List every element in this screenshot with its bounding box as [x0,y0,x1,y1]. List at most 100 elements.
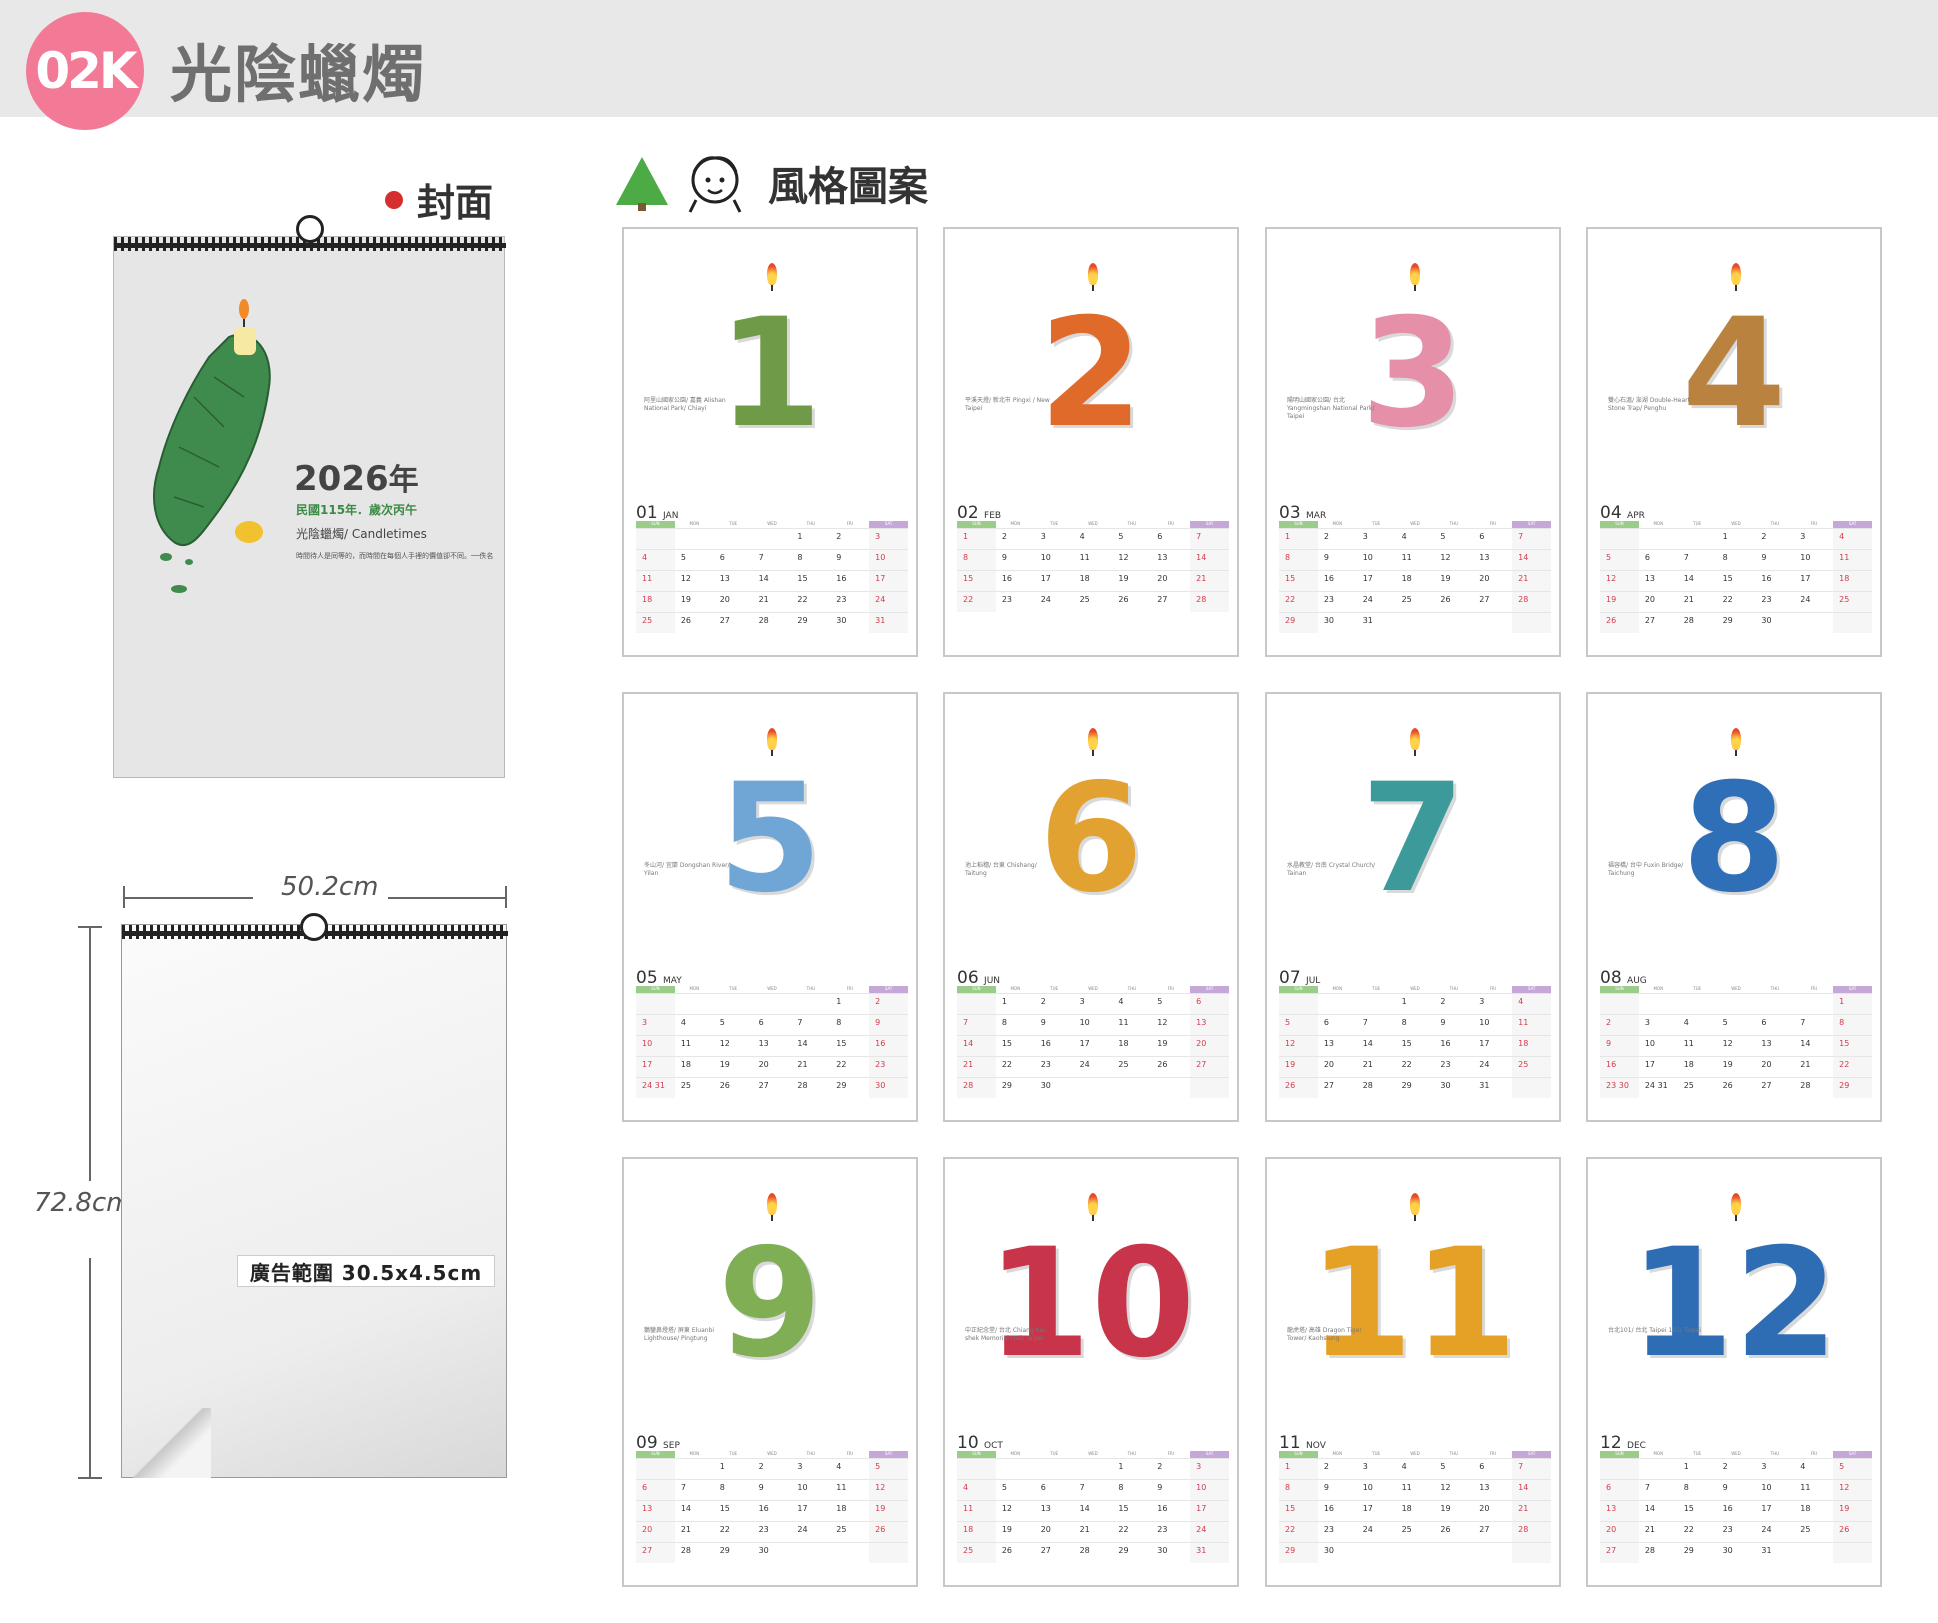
month-candle-number: 11 [1308,1217,1518,1391]
calendar-table: SUN MON TUE WED THU FRI SAT 1 2 3 4 5 6 7 8 9 10 11 12 13 14… [1279,986,1551,1098]
calendar-table: SUN MON TUE WED THU FRI SAT 1 2 3 4 5 6 7 8 9 10 11 12 13 14… [957,986,1229,1098]
week-row: 11 12 13 14 15 16 17 [636,570,908,591]
weekday-header-row: SUN MON TUE WED THU FRI SAT [1279,1451,1551,1458]
day-cell: 2 [836,532,842,541]
day-cell: 30 [1323,1546,1335,1555]
week-row: 7 8 9 10 11 12 13 [957,1014,1229,1035]
month-abbr: APR [1627,511,1645,521]
candle-wick [771,285,773,291]
day-cell: 23 30 [1600,1078,1639,1098]
day-cell: 4 [1401,1462,1407,1471]
width-dimension: 50.2cm [281,872,379,902]
day-cell [714,529,753,549]
month-card: 11 龍虎塔/ 高雄 Dragon Tiger Tower/ Kaohsiung 1… [1265,1157,1561,1587]
weekday-header: FRI [1489,1451,1496,1456]
day-cell: 30 [869,1078,908,1098]
month-card: 12 台北101/ 台北 Taipei 101/ Taipei 12 DEC SUN M… [1586,1157,1882,1587]
week-row: 27 28 29 30 [636,1542,908,1563]
day-cell: 28 [957,1078,996,1098]
weekday-header: THU [1770,1451,1780,1456]
month-card: 1 阿里山國家公園/ 嘉義 Alishan National Park/ Chia… [622,227,918,657]
day-cell [636,529,675,549]
day-cell: 1 [1683,1462,1689,1471]
day-cell: 15 [797,574,808,583]
weekday-header: FRI [846,986,853,991]
day-cell: 14 [1512,1480,1551,1500]
day-cell: 7 [1644,1483,1650,1492]
week-row: 1 2 3 4 5 [1600,1458,1872,1479]
day-cell: 13 [1190,1015,1229,1035]
weekday-header-row: SUN MON TUE WED THU FRI SAT [1279,521,1551,528]
weekday-header: MON [1010,1451,1021,1456]
candle-wick [771,1215,773,1221]
day-cell: 17 [1362,574,1373,583]
day-cell: 18 [1401,1504,1412,1513]
weekday-header: WED [1410,1451,1420,1456]
day-cell: 6 [719,553,725,562]
day-cell: 25 [836,1525,847,1534]
weekday-header: TUE [1372,521,1381,526]
weekday-header: SAT [1833,986,1872,993]
day-cell: 27 [1644,616,1656,625]
day-cell: 16 [1323,574,1335,583]
day-cell: 20 [1644,595,1656,604]
day-cell: 5 [1722,1018,1728,1027]
day-cell: 18 [636,592,675,612]
week-row: 25 26 27 28 29 30 31 [957,1542,1229,1563]
day-cell: 29 [719,1546,730,1555]
weekday-header: SUN [1279,986,1318,993]
day-cell: 26 [869,1522,908,1542]
day-cell [1794,613,1833,633]
day-cell [1639,1459,1678,1479]
weekday-header: TUE [729,521,738,526]
day-cell: 16 [1440,1039,1451,1048]
day-cell: 15 [719,1504,730,1513]
day-cell: 18 [1118,1039,1129,1048]
day-cell: 31 [1479,1081,1490,1090]
day-cell: 10 [1362,553,1373,562]
day-cell: 5 [1440,1462,1446,1471]
day-cell: 13 [1157,553,1168,562]
weekday-header: FRI [1489,521,1496,526]
weekday-header: SAT [1190,1451,1229,1458]
product-title: 光陰蠟燭 [170,38,427,111]
day-cell: 9 [1323,1483,1329,1492]
day-cell: 10 [797,1483,808,1492]
day-cell [1678,529,1717,549]
day-cell: 17 [636,1057,675,1077]
day-cell [869,1543,908,1563]
week-row: 12 3 4 5 6 7 [1279,528,1551,549]
candle-flame-icon [767,1193,777,1215]
week-row: 20 21 22 23 24 25 26 [636,1521,908,1542]
weekday-header: MON [689,986,700,991]
candle-flame-icon [1088,1193,1098,1215]
day-cell [1833,1543,1872,1563]
candle-wick [1092,285,1094,291]
calendar-table: SUN MON TUE WED THU FRI SAT 1 2 3 4 5 6 7 8 9 10 11 12 13 14… [957,1451,1229,1563]
day-cell [1600,529,1639,549]
hanger-ring-icon [300,913,328,941]
product-code-badge: 02K [26,12,144,130]
day-cell: 15 [1001,1039,1013,1048]
day-cell: 19 [1440,1504,1451,1513]
weekday-header: THU [1127,521,1137,526]
day-cell: 6 [758,1018,764,1027]
day-cell: 27 [719,616,730,625]
weekday-header-row: SUN MON TUE WED THU FRI SAT [636,1451,908,1458]
month-card: 5 冬山河/ 宜蘭 Dongshan River/ Yilan 05 MAY SUN M… [622,692,918,1122]
day-cell: 2 [1040,997,1046,1006]
month-illustration: 4 雙心石滬/ 澎湖 Double-Heart Stone Trap/ Pengh… [1588,229,1880,494]
day-cell: 21 [1512,1501,1551,1521]
day-cell: 28 [1512,592,1551,612]
candle-wick [1414,750,1416,756]
weekday-header: WED [1088,521,1098,526]
candle-wick [1092,1215,1094,1221]
day-cell: 7 [1079,1483,1085,1492]
day-cell: 4 [636,550,675,570]
month-number: 05 [636,968,664,988]
day-cell [996,1459,1035,1479]
day-cell: 10 [1079,1018,1090,1027]
week-row: 5 6 7 8 9 10 11 [1600,549,1872,570]
day-cell: 2 [1440,997,1446,1006]
day-cell: 23 [1001,595,1013,604]
